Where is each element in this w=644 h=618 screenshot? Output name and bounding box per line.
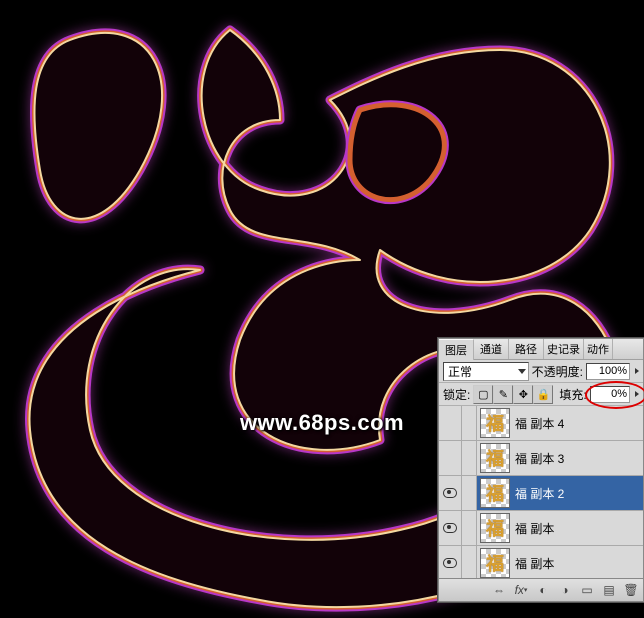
fx-icon[interactable]: fx▾	[513, 582, 529, 598]
arrow-icon[interactable]	[635, 391, 639, 397]
layer-thumbnail[interactable]: 福	[480, 408, 510, 438]
layers-list: 福 福 副本 4 福 福 副本 3 福 福 副本 2 福 福 副本	[439, 406, 643, 578]
layer-row[interactable]: 福 福 副本	[439, 546, 643, 578]
blend-mode-value: 正常	[448, 363, 472, 380]
visibility-toggle[interactable]	[439, 546, 462, 578]
document-canvas: www.68ps.com 图层 通道 路径 史记录 动作 正常 不透明度: 10…	[0, 0, 644, 618]
group-icon[interactable]: ▭	[579, 582, 595, 598]
layer-thumbnail[interactable]: 福	[480, 548, 510, 578]
visibility-toggle[interactable]	[439, 511, 462, 545]
link-column[interactable]	[462, 441, 477, 475]
layer-name[interactable]: 福 副本 3	[513, 450, 643, 467]
opacity-input[interactable]: 100%	[586, 363, 630, 380]
layer-thumbnail[interactable]: 福	[480, 513, 510, 543]
adjust-icon[interactable]: ◑	[557, 582, 573, 598]
opacity-label: 不透明度:	[532, 363, 583, 380]
blend-opacity-row: 正常 不透明度: 100%	[439, 360, 643, 383]
layer-row[interactable]: 福 福 副本 3	[439, 441, 643, 476]
chevron-down-icon	[518, 369, 526, 374]
tab-history[interactable]: 史记录	[544, 339, 584, 359]
visibility-toggle[interactable]	[439, 406, 462, 440]
panel-bottom-bar: ⇔ fx▾ ◐ ◑ ▭ ▤ 🗑	[439, 578, 643, 601]
visibility-toggle[interactable]	[439, 441, 462, 475]
layers-panel: 图层 通道 路径 史记录 动作 正常 不透明度: 100% 锁定: ▢ ✎ ✥ …	[438, 338, 644, 602]
lock-fill-row: 锁定: ▢ ✎ ✥ 🔒 填充: 0%	[439, 383, 643, 406]
visibility-toggle[interactable]	[439, 476, 462, 510]
link-column[interactable]	[462, 476, 477, 510]
layer-row[interactable]: 福 福 副本	[439, 511, 643, 546]
layer-name[interactable]: 福 副本 2	[513, 485, 643, 502]
link-column[interactable]	[462, 546, 477, 578]
panel-tabs: 图层 通道 路径 史记录 动作	[439, 339, 643, 360]
eye-icon	[443, 558, 457, 568]
lock-label: 锁定:	[443, 386, 470, 403]
mask-icon[interactable]: ◐	[535, 582, 551, 598]
lock-all-button[interactable]: 🔒	[533, 385, 553, 404]
fill-label: 填充:	[559, 386, 586, 403]
link-icon[interactable]: ⇔	[491, 582, 507, 598]
layer-name[interactable]: 福 副本	[513, 555, 643, 572]
tab-layers[interactable]: 图层	[439, 339, 474, 360]
layer-thumbnail[interactable]: 福	[480, 478, 510, 508]
lock-position-button[interactable]: ✥	[513, 385, 533, 404]
lock-transparent-button[interactable]: ▢	[473, 385, 493, 404]
layer-row[interactable]: 福 福 副本 2	[439, 476, 643, 511]
fill-input[interactable]: 0%	[590, 386, 630, 403]
arrow-icon[interactable]	[635, 368, 639, 374]
new-icon[interactable]: ▤	[601, 582, 617, 598]
tab-channels[interactable]: 通道	[474, 339, 509, 359]
tab-actions[interactable]: 动作	[584, 339, 613, 359]
trash-icon[interactable]: 🗑	[623, 582, 639, 598]
link-column[interactable]	[462, 511, 477, 545]
tab-paths[interactable]: 路径	[509, 339, 544, 359]
watermark-text: www.68ps.com	[240, 410, 404, 436]
blend-mode-select[interactable]: 正常	[443, 362, 529, 381]
eye-icon	[443, 523, 457, 533]
layer-name[interactable]: 福 副本 4	[513, 415, 643, 432]
layer-name[interactable]: 福 副本	[513, 520, 643, 537]
eye-icon	[443, 488, 457, 498]
layer-thumbnail[interactable]: 福	[480, 443, 510, 473]
lock-image-button[interactable]: ✎	[493, 385, 513, 404]
link-column[interactable]	[462, 406, 477, 440]
layer-row[interactable]: 福 福 副本 4	[439, 406, 643, 441]
lock-icons-group: ▢ ✎ ✥ 🔒	[473, 385, 553, 404]
